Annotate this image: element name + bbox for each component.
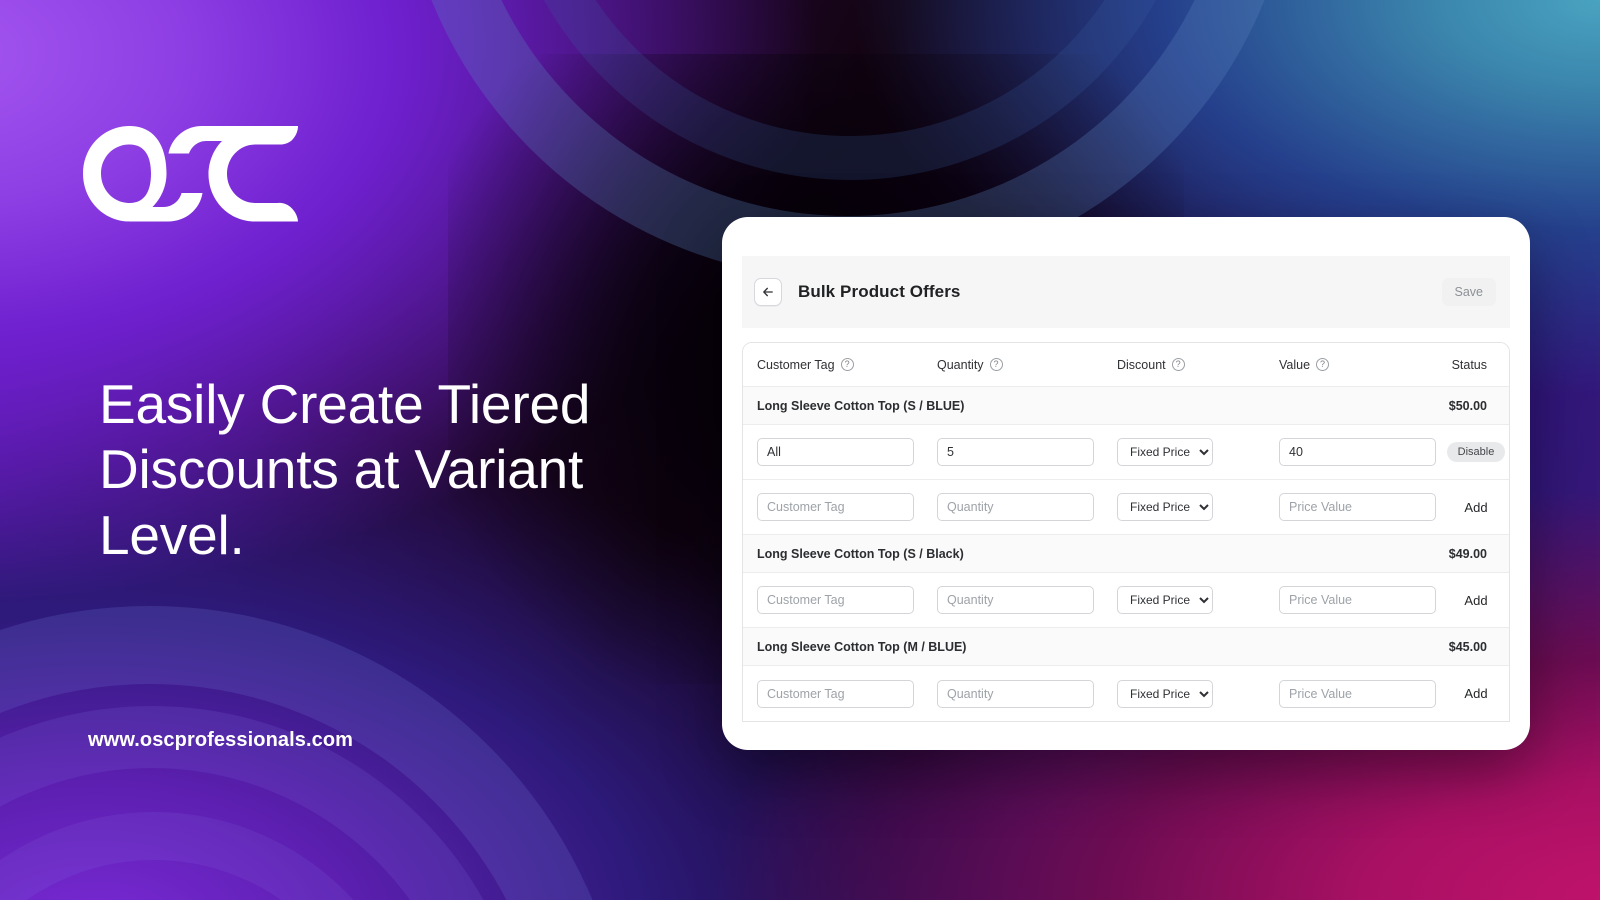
column-header-label: Discount bbox=[1117, 357, 1166, 372]
page-title: Easily Create Tiered Discounts at Varian… bbox=[99, 373, 591, 566]
quantity-input[interactable] bbox=[937, 438, 1094, 466]
quantity-input[interactable] bbox=[937, 493, 1094, 521]
quantity-input[interactable] bbox=[937, 586, 1094, 614]
discount-type-select[interactable]: Fixed PricePercentage bbox=[1117, 586, 1213, 614]
offer-form-row: Fixed PricePercentage Disable bbox=[743, 425, 1509, 480]
app-screenshot-card: Bulk Product Offers Save Customer Tag ? … bbox=[722, 217, 1530, 750]
variant-name: Long Sleeve Cotton Top (S / Black) bbox=[757, 546, 964, 561]
back-button[interactable] bbox=[754, 278, 782, 306]
cell-customer-tag bbox=[743, 586, 937, 614]
add-offer-button[interactable]: Add bbox=[1464, 686, 1487, 701]
variant-name: Long Sleeve Cotton Top (M / BLUE) bbox=[757, 639, 967, 654]
variant-header-row: Long Sleeve Cotton Top (S / BLUE) $50.00 bbox=[743, 387, 1509, 425]
cell-status: Add bbox=[1443, 593, 1509, 608]
discount-type-select[interactable]: Fixed PricePercentage bbox=[1117, 438, 1213, 466]
cell-value bbox=[1279, 438, 1443, 466]
cell-status: Add bbox=[1443, 686, 1509, 701]
column-header-value: Value ? bbox=[1279, 358, 1443, 372]
column-header-label: Quantity bbox=[937, 357, 984, 372]
save-button[interactable]: Save bbox=[1441, 278, 1496, 306]
marketing-panel: Easily Create Tiered Discounts at Varian… bbox=[0, 0, 720, 900]
help-icon[interactable]: ? bbox=[989, 358, 1003, 371]
cell-status: Add bbox=[1443, 500, 1509, 515]
variant-price: $49.00 bbox=[1448, 546, 1487, 561]
cell-quantity bbox=[937, 679, 1117, 708]
help-icon[interactable]: ? bbox=[1171, 358, 1185, 371]
cell-discount: Fixed PricePercentage bbox=[1117, 493, 1279, 521]
variant-header-row: Long Sleeve Cotton Top (M / BLUE) $45.00 bbox=[743, 628, 1509, 666]
quantity-input[interactable] bbox=[937, 679, 1094, 708]
add-offer-button[interactable]: Add bbox=[1464, 500, 1487, 515]
app-title: Bulk Product Offers bbox=[798, 282, 961, 301]
help-icon[interactable]: ? bbox=[1316, 358, 1330, 371]
customer-tag-input[interactable] bbox=[757, 493, 914, 521]
arrow-left-icon bbox=[763, 287, 773, 297]
price-value-input[interactable] bbox=[1279, 438, 1436, 466]
cell-status: Disable bbox=[1443, 442, 1509, 462]
offer-form-row: Fixed PricePercentage Add bbox=[743, 480, 1509, 535]
cell-discount: Fixed PricePercentage bbox=[1117, 438, 1279, 466]
cell-customer-tag bbox=[743, 438, 937, 466]
offers-table: Customer Tag ? Quantity ? Discount ? Val… bbox=[742, 342, 1510, 722]
variant-name: Long Sleeve Cotton Top (S / BLUE) bbox=[757, 398, 965, 413]
cell-discount: Fixed PricePercentage bbox=[1117, 586, 1279, 614]
variant-price: $50.00 bbox=[1448, 398, 1487, 413]
osc-logo bbox=[82, 124, 300, 224]
cell-value bbox=[1279, 493, 1443, 521]
cell-quantity bbox=[937, 586, 1117, 614]
cell-customer-tag bbox=[743, 493, 937, 521]
app-header: Bulk Product Offers Save bbox=[742, 256, 1510, 328]
discount-type-select[interactable]: Fixed PricePercentage bbox=[1117, 493, 1213, 521]
cell-quantity bbox=[937, 438, 1117, 466]
column-header-discount: Discount ? bbox=[1117, 358, 1279, 372]
add-offer-button[interactable]: Add bbox=[1464, 593, 1487, 608]
site-url: www.oscprofessionals.com bbox=[88, 729, 354, 751]
table-body: Long Sleeve Cotton Top (S / BLUE) $50.00 F… bbox=[743, 387, 1509, 721]
customer-tag-input[interactable] bbox=[757, 438, 914, 466]
help-icon[interactable]: ? bbox=[840, 358, 854, 371]
offer-form-row: Fixed PricePercentage Add bbox=[743, 573, 1509, 628]
app-viewport: Bulk Product Offers Save Customer Tag ? … bbox=[742, 256, 1510, 750]
column-header-label: Status bbox=[1451, 357, 1487, 372]
variant-header-row: Long Sleeve Cotton Top (S / Black) $49.00 bbox=[743, 535, 1509, 573]
customer-tag-input[interactable] bbox=[757, 586, 914, 614]
cell-quantity bbox=[937, 493, 1117, 521]
cell-value bbox=[1279, 586, 1443, 614]
column-header-label: Customer Tag bbox=[757, 357, 835, 372]
cell-value bbox=[1279, 679, 1443, 708]
price-value-input[interactable] bbox=[1279, 493, 1436, 521]
table-header-row: Customer Tag ? Quantity ? Discount ? Val… bbox=[743, 343, 1509, 387]
column-header-quantity: Quantity ? bbox=[937, 358, 1117, 372]
cell-discount: Fixed PricePercentage bbox=[1117, 679, 1279, 708]
customer-tag-input[interactable] bbox=[757, 679, 914, 708]
variant-price: $45.00 bbox=[1448, 639, 1487, 654]
offer-form-row: Fixed PricePercentage Add bbox=[743, 666, 1509, 721]
column-header-label: Value bbox=[1279, 357, 1311, 372]
price-value-input[interactable] bbox=[1279, 586, 1436, 614]
column-header-customer-tag: Customer Tag ? bbox=[743, 358, 937, 372]
discount-type-select[interactable]: Fixed PricePercentage bbox=[1117, 679, 1213, 708]
cell-customer-tag bbox=[743, 679, 937, 708]
column-header-status: Status bbox=[1443, 358, 1509, 372]
price-value-input[interactable] bbox=[1279, 679, 1436, 708]
disable-status-badge[interactable]: Disable bbox=[1446, 442, 1506, 462]
